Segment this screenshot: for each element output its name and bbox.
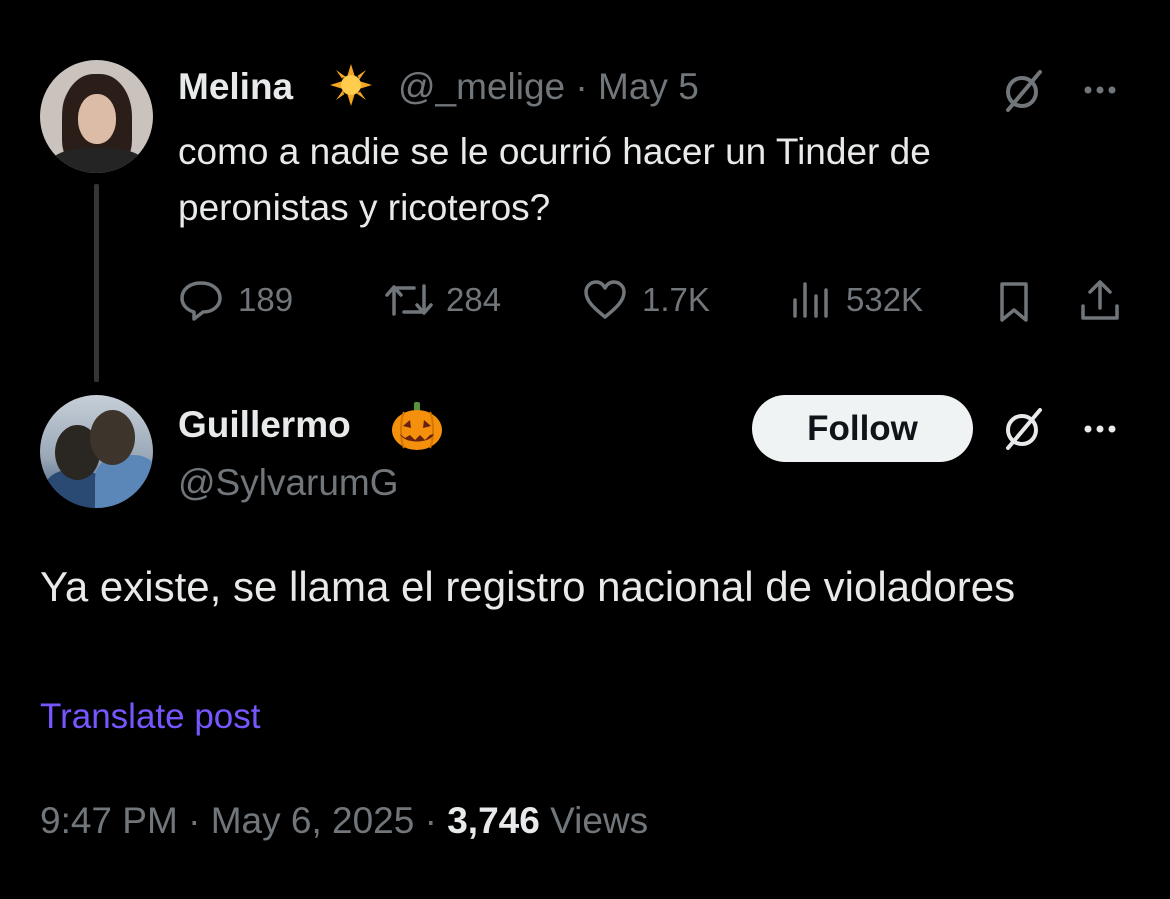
separator-dot: ·	[188, 800, 201, 841]
parent-tweet-date[interactable]: May 5	[598, 66, 699, 107]
parent-action-bar: 189 284 1.7K 532K	[178, 278, 1128, 328]
like-button[interactable]: 1.7K	[582, 278, 710, 322]
like-count: 1.7K	[642, 281, 710, 318]
repost-icon	[385, 284, 433, 316]
grok-icon[interactable]	[1000, 406, 1046, 452]
repost-count: 284	[446, 281, 502, 318]
views-button[interactable]: 532K	[790, 278, 923, 322]
thread-connector-line	[94, 184, 99, 382]
reply-author-handle[interactable]: @SylvarumG	[178, 462, 399, 504]
analytics-icon	[793, 282, 828, 318]
share-icon[interactable]	[1078, 278, 1122, 324]
follow-button[interactable]: Follow	[752, 395, 973, 462]
tweet-time[interactable]: 9:47 PM	[40, 800, 178, 841]
more-options-icon[interactable]	[1082, 423, 1118, 435]
repost-button[interactable]: 284	[384, 278, 501, 322]
reply-count: 189	[238, 281, 294, 318]
reply-icon	[180, 281, 222, 321]
parent-tweet-text: como a nadie se le ocurrió hacer un Tind…	[178, 131, 931, 228]
reply-button[interactable]: 189	[178, 278, 293, 322]
reply-tweet-text: Ya existe, se llama el registro nacional…	[40, 563, 1016, 610]
heart-icon	[584, 280, 626, 319]
separator-dot: ·	[424, 800, 437, 841]
jack-o-lantern-emoji-icon	[392, 402, 442, 450]
reply-author-name[interactable]: Guillermo	[178, 404, 351, 446]
bookmark-icon[interactable]	[994, 280, 1034, 324]
avatar-guillermo[interactable]	[40, 395, 153, 508]
sun-emoji-icon	[330, 64, 372, 106]
parent-author-handle[interactable]: @_melige	[398, 66, 565, 107]
avatar-melina[interactable]	[40, 60, 153, 173]
views-label: Views	[550, 800, 649, 841]
more-options-icon[interactable]	[1082, 84, 1118, 96]
tweet-date[interactable]: May 6, 2025	[211, 800, 415, 841]
grok-icon[interactable]	[1000, 68, 1046, 114]
translate-post-link[interactable]: Translate post	[40, 697, 260, 737]
views-total: 3,746	[447, 800, 540, 841]
views-count: 532K	[846, 281, 924, 318]
parent-author-name[interactable]: Melina	[178, 66, 293, 108]
tweet-meta: 9:47 PM · May 6, 2025 · 3,746 Views	[40, 800, 648, 842]
separator-dot: ·	[575, 66, 588, 107]
